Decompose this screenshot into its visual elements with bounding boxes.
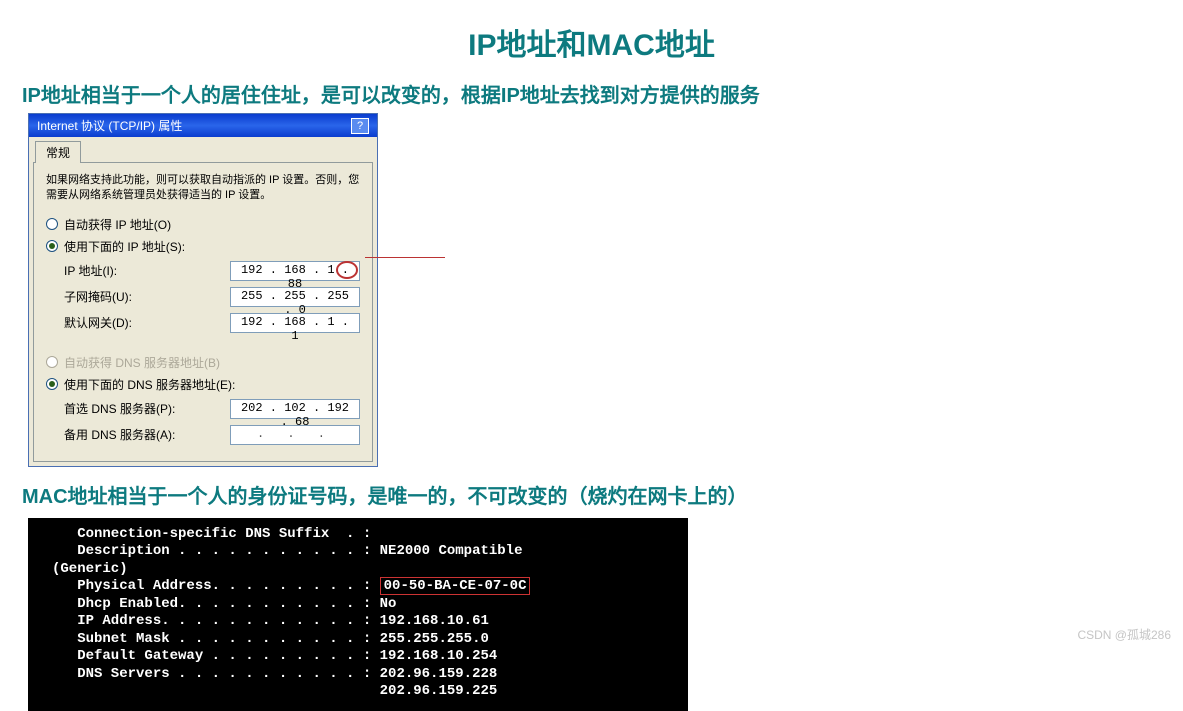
ip-label: IP 地址(I): bbox=[64, 262, 117, 279]
page-title: IP地址和MAC地址 bbox=[0, 0, 1183, 74]
annotation-line bbox=[365, 257, 445, 258]
field-dns2: 备用 DNS 服务器(A): . . . bbox=[64, 425, 360, 445]
radio-manual-dns[interactable]: 使用下面的 DNS 服务器地址(E): bbox=[46, 376, 360, 393]
help-button[interactable]: ? bbox=[351, 118, 369, 134]
radio-manual-ip[interactable]: 使用下面的 IP 地址(S): bbox=[46, 238, 360, 255]
gateway-label: 默认网关(D): bbox=[64, 314, 132, 331]
field-ip: IP 地址(I): 192 . 168 . 1 . 88 bbox=[64, 261, 360, 281]
subnet-label: 子网掩码(U): bbox=[64, 288, 132, 305]
cmd-line: 202.96.159.225 bbox=[52, 683, 497, 699]
cmd-line: (Generic) bbox=[52, 561, 128, 577]
radio-manual-dns-label: 使用下面的 DNS 服务器地址(E): bbox=[64, 376, 235, 393]
cmd-line: Default Gateway . . . . . . . . . : 192.… bbox=[52, 648, 497, 664]
cmd-line: Dhcp Enabled. . . . . . . . . . . : No bbox=[52, 596, 396, 612]
radio-icon bbox=[46, 240, 58, 252]
cmd-line: Subnet Mask . . . . . . . . . . . : 255.… bbox=[52, 631, 489, 647]
cmd-line: IP Address. . . . . . . . . . . . : 192.… bbox=[52, 613, 489, 629]
radio-auto-dns: 自动获得 DNS 服务器地址(B) bbox=[46, 354, 360, 371]
radio-icon bbox=[46, 378, 58, 390]
watermark: CSDN @孤城286 bbox=[1077, 626, 1171, 643]
mac-address-highlight: 00-50-BA-CE-07-0C bbox=[380, 577, 531, 595]
field-gateway: 默认网关(D): 192 . 168 . 1 . 1 bbox=[64, 313, 360, 333]
dialog-description: 如果网络支持此功能，则可以获取自动指派的 IP 设置。否则，您需要从网络系统管理… bbox=[46, 173, 360, 204]
cmd-line: Description . . . . . . . . . . . : NE20… bbox=[52, 543, 522, 559]
gateway-input[interactable]: 192 . 168 . 1 . 1 bbox=[230, 313, 360, 333]
field-dns1: 首选 DNS 服务器(P): 202 . 102 . 192 . 68 bbox=[64, 399, 360, 419]
radio-auto-ip-label: 自动获得 IP 地址(O) bbox=[64, 216, 171, 233]
radio-auto-ip[interactable]: 自动获得 IP 地址(O) bbox=[46, 216, 360, 233]
dialog-body: 如果网络支持此功能，则可以获取自动指派的 IP 设置。否则，您需要从网络系统管理… bbox=[33, 162, 373, 462]
cmd-line: DNS Servers . . . . . . . . . . . : 202.… bbox=[52, 666, 497, 682]
radio-icon bbox=[46, 218, 58, 230]
tcpip-dialog: Internet 协议 (TCP/IP) 属性 ? 常规 如果网络支持此功能，则… bbox=[28, 113, 378, 467]
ip-input[interactable]: 192 . 168 . 1 . 88 bbox=[230, 261, 360, 281]
cmd-line-physical: Physical Address. . . . . . . . . : bbox=[52, 578, 380, 594]
cmd-line: Connection-specific DNS Suffix . : bbox=[52, 526, 371, 542]
dialog-title-text: Internet 协议 (TCP/IP) 属性 bbox=[37, 117, 182, 134]
radio-manual-ip-label: 使用下面的 IP 地址(S): bbox=[64, 238, 185, 255]
dns2-label: 备用 DNS 服务器(A): bbox=[64, 426, 175, 443]
tab-general[interactable]: 常规 bbox=[35, 141, 81, 163]
dns2-input[interactable]: . . . bbox=[230, 425, 360, 445]
cmd-output: Connection-specific DNS Suffix . : Descr… bbox=[28, 518, 688, 711]
dns1-label: 首选 DNS 服务器(P): bbox=[64, 400, 175, 417]
radio-icon bbox=[46, 356, 58, 368]
dns1-input[interactable]: 202 . 102 . 192 . 68 bbox=[230, 399, 360, 419]
section-ip-title: IP地址相当于一个人的居住住址，是可以改变的，根据IP地址去找到对方提供的服务 bbox=[0, 74, 1183, 113]
field-subnet: 子网掩码(U): 255 . 255 . 255 . 0 bbox=[64, 287, 360, 307]
section-mac-title: MAC地址相当于一个人的身份证号码，是唯一的，不可改变的（烧灼在网卡上的） bbox=[0, 475, 1183, 514]
dialog-titlebar: Internet 协议 (TCP/IP) 属性 ? bbox=[29, 114, 377, 137]
radio-auto-dns-label: 自动获得 DNS 服务器地址(B) bbox=[64, 354, 220, 371]
